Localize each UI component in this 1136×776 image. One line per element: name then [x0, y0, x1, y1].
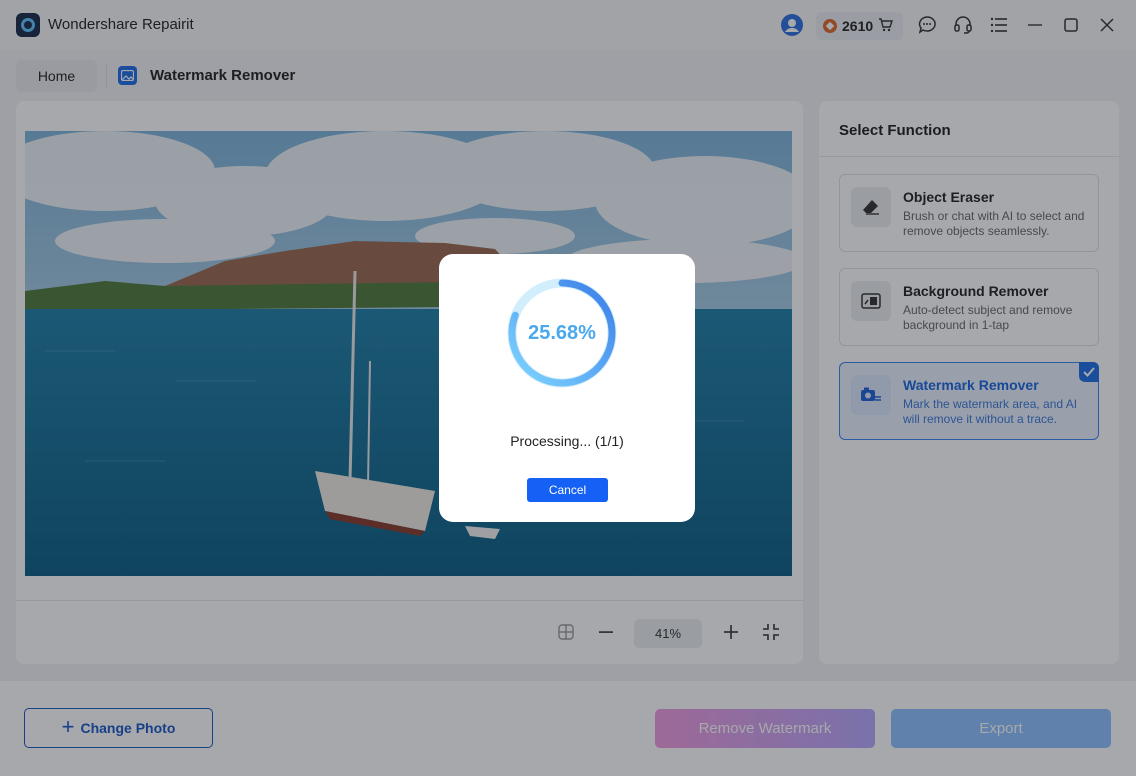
- processing-status: Processing... (1/1): [510, 433, 624, 449]
- progress-percent: 25.68%: [528, 321, 596, 344]
- cancel-button[interactable]: Cancel: [527, 478, 608, 502]
- processing-dialog: 25.68% Processing... (1/1) Cancel: [439, 254, 695, 522]
